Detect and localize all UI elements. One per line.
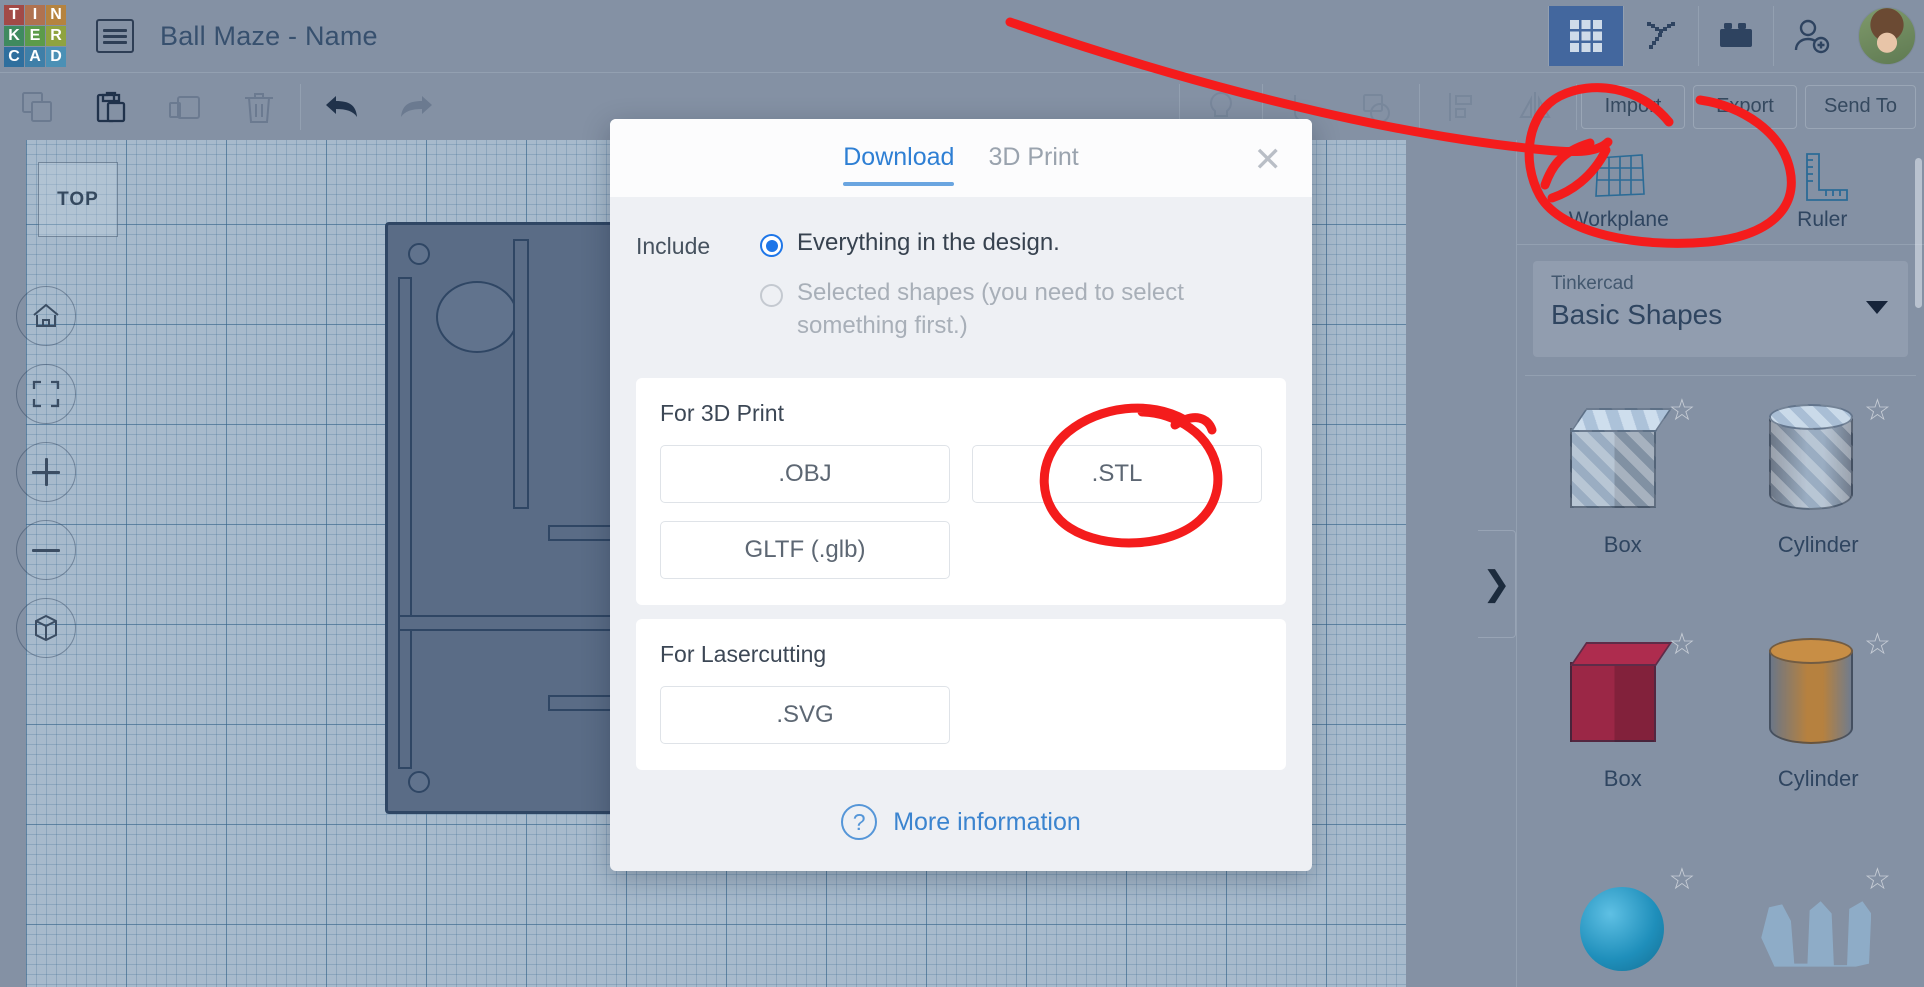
card-for-lasercutting: For Lasercutting .SVG xyxy=(636,619,1286,771)
format-row-2: GLTF (.glb) xyxy=(660,521,1262,580)
radio-option-everything[interactable]: Everything in the design. xyxy=(760,227,1286,259)
more-information-label: More information xyxy=(893,807,1081,836)
radio-label-selected-shapes: Selected shapes (you need to select some… xyxy=(797,279,1184,339)
radio-option-selected-shapes[interactable]: Selected shapes (you need to select some… xyxy=(760,277,1286,342)
download-gltf-button[interactable]: GLTF (.glb) xyxy=(660,521,950,580)
question-mark-icon: ? xyxy=(841,804,878,841)
download-obj-button[interactable]: .OBJ xyxy=(660,445,950,504)
radio-label-everything: Everything in the design. xyxy=(797,229,1060,256)
dialog-header: Download 3D Print ✕ xyxy=(610,119,1312,197)
tab-3d-print[interactable]: 3D Print xyxy=(988,143,1078,194)
dialog-body: Include Everything in the design. Select… xyxy=(610,197,1312,841)
card-title-lasercutting: For Lasercutting xyxy=(660,641,827,668)
modal-overlay: Download 3D Print ✕ Include Everything i… xyxy=(0,0,1924,987)
tab-download[interactable]: Download xyxy=(843,143,955,194)
include-label: Include xyxy=(636,233,711,259)
card-title-3d-print: For 3D Print xyxy=(660,400,784,427)
export-dialog: Download 3D Print ✕ Include Everything i… xyxy=(610,119,1312,871)
format-row-3: .SVG xyxy=(660,686,1262,745)
radio-icon-selected[interactable] xyxy=(760,234,783,257)
include-radio-group: Everything in the design. Selected shape… xyxy=(760,227,1286,360)
radio-icon-unselected[interactable] xyxy=(760,284,783,308)
format-row-1: .OBJ .STL xyxy=(660,445,1262,504)
close-icon[interactable]: ✕ xyxy=(1254,143,1283,177)
include-section: Include Everything in the design. Select… xyxy=(636,219,1286,364)
download-stl-button[interactable]: .STL xyxy=(972,445,1262,504)
card-for-3d-print: For 3D Print .OBJ .STL GLTF (.glb) xyxy=(636,378,1286,606)
download-svg-button[interactable]: .SVG xyxy=(660,686,950,745)
tinkercad-app: TINKERCAD Ball Maze - Name Import Export… xyxy=(0,0,1924,987)
more-information-link[interactable]: ? More information xyxy=(636,804,1286,841)
